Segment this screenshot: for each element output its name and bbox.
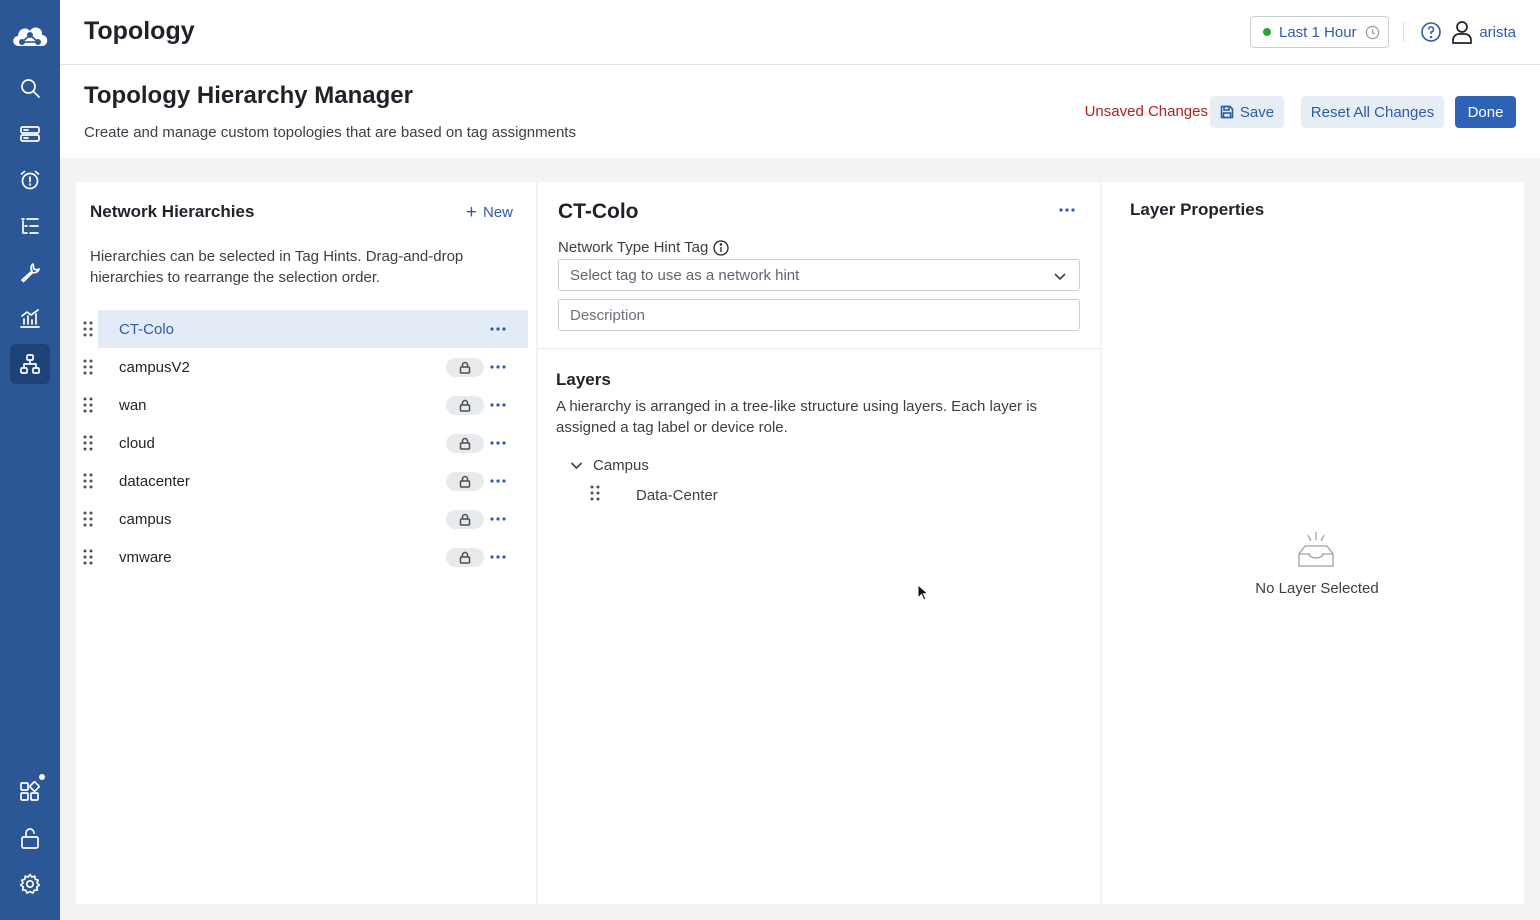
more-options-icon[interactable] [487, 470, 509, 492]
lock-icon [446, 358, 484, 377]
lock-icon [446, 510, 484, 529]
notification-dot [39, 774, 45, 780]
user-name: arista [1479, 23, 1516, 41]
layer-properties-title: Layer Properties [1130, 200, 1265, 219]
drag-handle-icon[interactable] [590, 485, 600, 505]
reset-all-changes-button[interactable]: Reset All Changes [1301, 96, 1444, 128]
divider [538, 348, 1100, 349]
wrench-icon[interactable] [10, 252, 50, 292]
lock-icon [446, 472, 484, 491]
drag-handle-icon[interactable] [83, 397, 93, 413]
help-icon[interactable] [1420, 21, 1442, 43]
tree-node-label: Campus [593, 457, 649, 474]
page-header: Topology Hierarchy Manager Create and ma… [60, 65, 1540, 158]
hierarchy-row: campusV2 [76, 348, 536, 386]
user-icon [1452, 21, 1473, 44]
info-icon[interactable] [713, 239, 730, 256]
lock-icon [446, 548, 484, 567]
empty-state-text: No Layer Selected [1255, 580, 1379, 597]
drag-handle-icon[interactable] [83, 473, 93, 489]
hierarchy-row: CT-Colo [76, 310, 536, 348]
hierarchy-row: datacenter [76, 462, 536, 500]
unsaved-changes-label: Unsaved Changes [1084, 103, 1208, 120]
unlock-icon[interactable] [10, 818, 50, 858]
more-options-icon[interactable] [487, 356, 509, 378]
layers-description: A hierarchy is arranged in a tree-like s… [556, 398, 1038, 436]
devices-icon[interactable] [10, 114, 50, 154]
description-input[interactable] [558, 299, 1080, 331]
plus-icon: + [465, 202, 477, 223]
alarm-clock-icon[interactable] [10, 160, 50, 200]
hierarchies-description: Hierarchies can be selected in Tag Hints… [90, 248, 464, 286]
drag-handle-icon[interactable] [83, 321, 93, 337]
hierarchy-row: campus [76, 500, 536, 538]
top-header: Topology Last 1 Hour arista [60, 0, 1540, 65]
chevron-down-icon [1054, 273, 1066, 281]
user-menu[interactable]: arista [1451, 20, 1516, 44]
hierarchy-editor-panel: CT-Colo Network Type Hint Tag Select tag… [538, 182, 1100, 904]
new-label: New [482, 204, 513, 221]
search-icon[interactable] [10, 68, 50, 108]
more-options-icon[interactable] [487, 318, 509, 340]
drag-handle-icon[interactable] [83, 359, 93, 375]
clock-icon [1365, 25, 1379, 39]
dashboard-icon[interactable] [10, 298, 50, 338]
done-button[interactable]: Done [1455, 96, 1516, 128]
tree-node-label: Data-Center [636, 486, 718, 504]
hierarchy-item-ct-colo[interactable]: CT-Colo [98, 310, 528, 348]
drag-handle-icon[interactable] [83, 549, 93, 565]
drag-handle-icon[interactable] [83, 435, 93, 451]
save-button[interactable]: Save [1210, 96, 1284, 128]
layers-title: Layers [556, 370, 611, 389]
tree-node-data-center[interactable]: Data-Center [590, 485, 718, 505]
page-subtitle: Create and manage custom topologies that… [84, 124, 576, 141]
editor-title: CT-Colo [558, 200, 639, 223]
hierarchy-list: CT-Colo campusV2 wan cloud datacenter ca… [76, 310, 536, 576]
topology-icon[interactable] [10, 344, 50, 384]
sidebar [0, 0, 60, 920]
hierarchy-row: wan [76, 386, 536, 424]
more-options-icon[interactable] [487, 508, 509, 530]
page-title: Topology Hierarchy Manager [84, 82, 413, 109]
mouse-cursor-icon [917, 583, 931, 602]
status-dot [1263, 28, 1271, 36]
panel-title: Network Hierarchies [90, 202, 255, 221]
lock-icon [446, 434, 484, 453]
cloud-logo-icon[interactable] [9, 20, 51, 52]
lock-icon [446, 396, 484, 415]
hierarchy-row: cloud [76, 424, 536, 462]
layer-properties-panel: Layer Properties No Layer Selected [1102, 182, 1524, 904]
app-title: Topology [84, 17, 195, 45]
network-hint-placeholder: Select tag to use as a network hint [570, 266, 800, 284]
new-hierarchy-button[interactable]: + New [465, 202, 513, 223]
network-hierarchies-panel: Network Hierarchies + New Hierarchies ca… [76, 182, 536, 904]
list-icon[interactable] [10, 206, 50, 246]
gear-icon[interactable] [10, 864, 50, 904]
header-divider [1403, 22, 1404, 42]
more-options-icon[interactable] [487, 394, 509, 416]
time-range-label: Last 1 Hour [1279, 23, 1357, 41]
time-range-button[interactable]: Last 1 Hour [1250, 16, 1389, 48]
more-options-icon[interactable] [1056, 204, 1078, 216]
network-hint-select[interactable]: Select tag to use as a network hint [558, 259, 1080, 291]
save-icon [1220, 105, 1234, 119]
apps-icon[interactable] [10, 771, 50, 811]
drag-handle-icon[interactable] [83, 511, 93, 527]
empty-inbox-icon [1296, 530, 1336, 570]
more-options-icon[interactable] [487, 546, 509, 568]
hint-tag-label-text: Network Type Hint Tag [558, 239, 709, 256]
chevron-down-icon[interactable] [570, 459, 583, 472]
more-options-icon[interactable] [487, 432, 509, 454]
hint-tag-label: Network Type Hint Tag [558, 239, 730, 256]
hierarchy-row: vmware [76, 538, 536, 576]
tree-node-campus[interactable]: Campus [570, 457, 649, 474]
save-label: Save [1239, 103, 1275, 121]
